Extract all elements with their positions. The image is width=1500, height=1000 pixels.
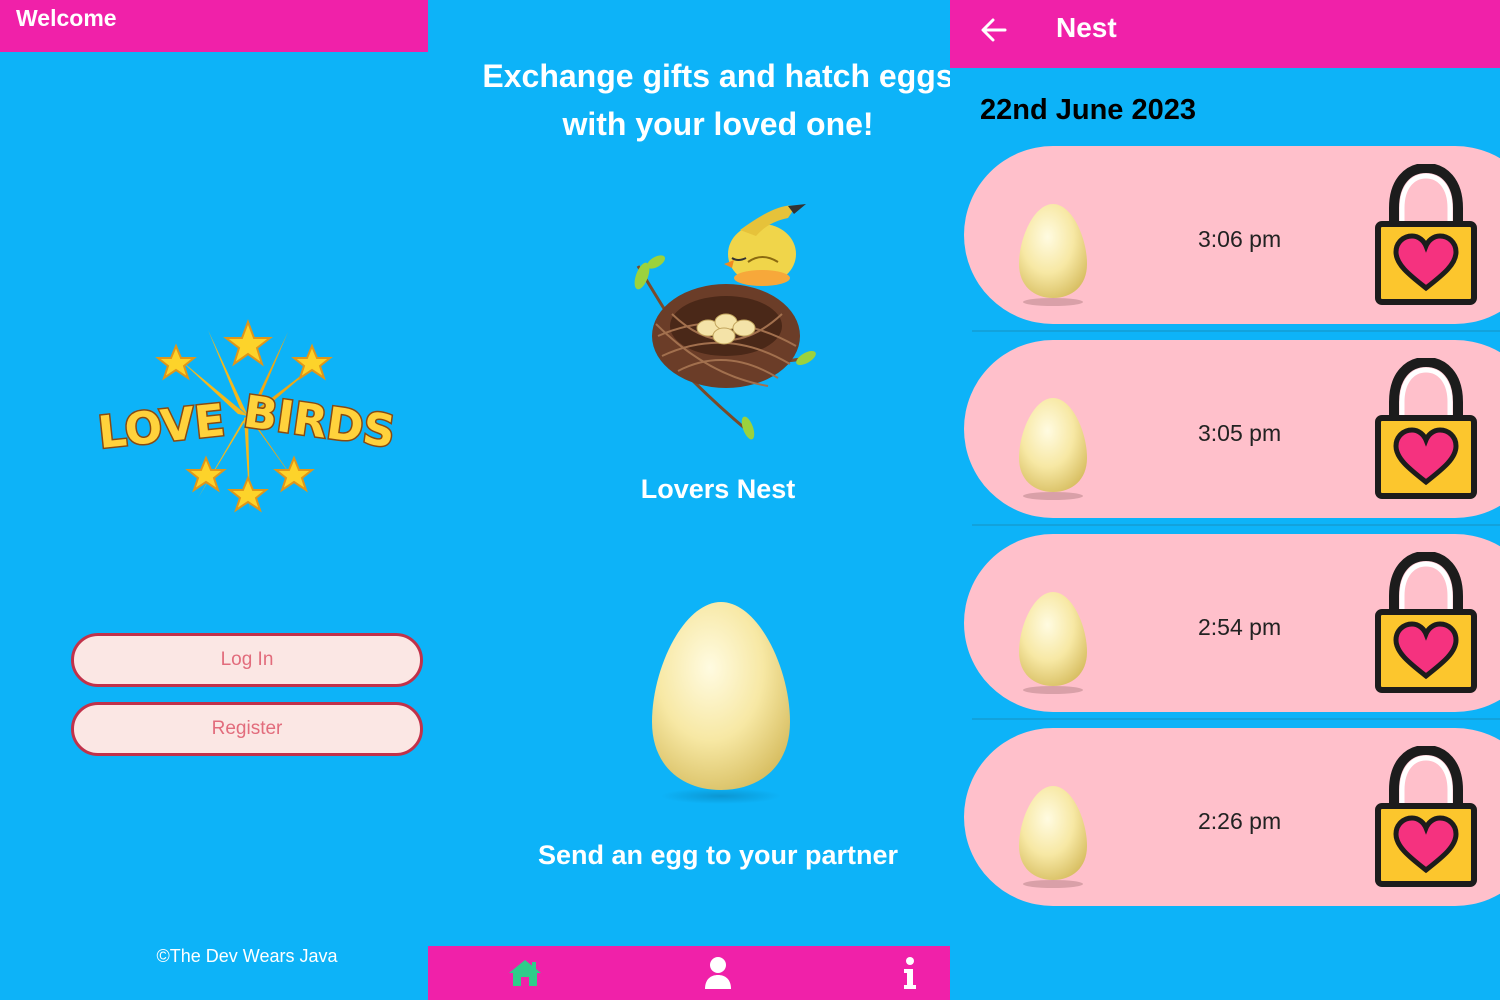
home-icon: [509, 960, 541, 986]
welcome-app-bar: Welcome: [0, 0, 428, 52]
login-button[interactable]: Log In: [71, 633, 423, 687]
egg-card[interactable]: 2:26 pm: [964, 728, 1500, 906]
egg-card[interactable]: 2:54 pm: [964, 534, 1500, 712]
home-headline: Exchange gifts and hatch eggs with your …: [482, 58, 950, 142]
egg-card[interactable]: 3:05 pm: [964, 340, 1500, 518]
info-icon: [904, 957, 916, 989]
register-button[interactable]: Register: [71, 702, 423, 756]
nest-title: Nest: [1056, 12, 1117, 43]
egg-icon: [1019, 786, 1087, 888]
egg-icon: [1019, 398, 1087, 500]
send-egg-caption[interactable]: Send an egg to your partner: [428, 840, 950, 871]
home-screen: Exchange gifts and hatch eggs with your …: [428, 0, 950, 1000]
lock-heart-icon: [1375, 746, 1477, 887]
nest-screen: Nest 22nd June 2023 3:06 pm 3:05 pm 2:54…: [950, 0, 1500, 1000]
copyright-text: ©The Dev Wears Java: [156, 946, 338, 966]
egg-icon: [1019, 592, 1087, 694]
nav-profile[interactable]: [696, 952, 740, 994]
egg-time: 3:06 pm: [1198, 226, 1282, 252]
nest-app-bar: Nest: [950, 0, 1500, 68]
egg-time: 2:26 pm: [1198, 808, 1282, 834]
send-egg-image[interactable]: [646, 598, 796, 808]
welcome-title: Welcome: [16, 5, 117, 31]
welcome-screen: Welcome LOVE BIRDS Log In Register ©The …: [0, 0, 428, 1000]
nav-home[interactable]: [503, 952, 547, 994]
logo-word-love: LOVE: [96, 395, 227, 459]
arrow-left-icon: [981, 18, 1007, 42]
egg-time: 2:54 pm: [1198, 614, 1282, 640]
list-divider: [972, 718, 1500, 720]
back-button[interactable]: [974, 10, 1014, 50]
love-birds-logo: LOVE BIRDS: [94, 319, 400, 513]
lock-heart-icon: [1375, 552, 1477, 693]
date-heading: 22nd June 2023: [980, 94, 1196, 126]
egg-time: 3:05 pm: [1198, 420, 1282, 446]
egg-icon: [1019, 204, 1087, 306]
person-icon: [705, 957, 731, 989]
bird-icon: [724, 204, 806, 286]
list-divider: [972, 524, 1500, 526]
list-divider: [972, 330, 1500, 332]
nest-illustration[interactable]: [628, 196, 823, 446]
nav-info[interactable]: [888, 952, 932, 994]
logo-word-birds: BIRDS: [240, 386, 398, 458]
lock-heart-icon: [1375, 164, 1477, 305]
bottom-navigation: [428, 946, 950, 1000]
lovers-nest-caption[interactable]: Lovers Nest: [428, 474, 950, 505]
egg-card[interactable]: 3:06 pm: [964, 146, 1500, 324]
lock-heart-icon: [1375, 358, 1477, 499]
